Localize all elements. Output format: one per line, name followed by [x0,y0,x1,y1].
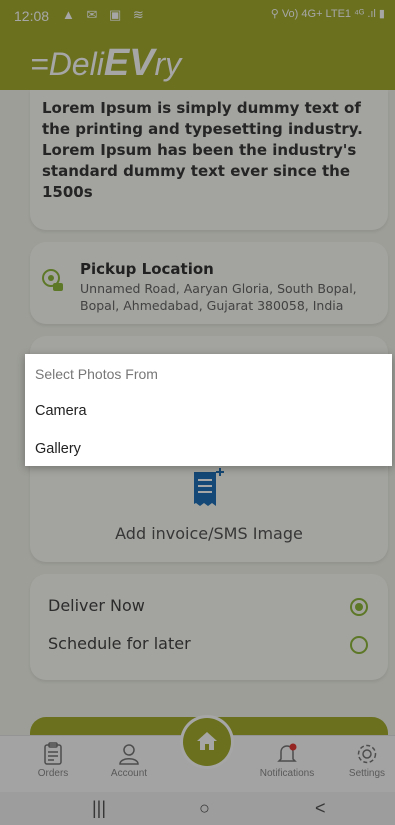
select-photos-dialog: Select Photos From Camera Gallery [25,354,392,466]
camera-option[interactable]: Camera [35,403,87,419]
dialog-title: Select Photos From [35,366,158,382]
gallery-option[interactable]: Gallery [35,441,81,457]
